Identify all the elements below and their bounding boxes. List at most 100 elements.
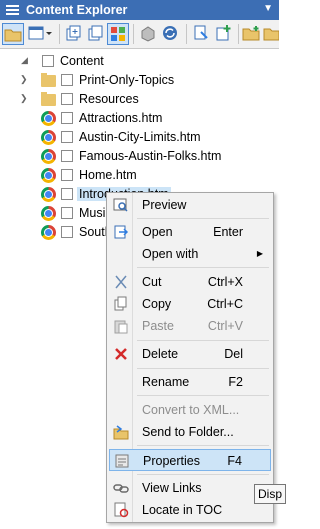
add-icon[interactable]: [213, 23, 235, 45]
panel-title: Content Explorer: [26, 3, 128, 17]
hamburger-icon[interactable]: [6, 5, 19, 16]
chrome-browser-icon: [41, 149, 56, 164]
menu-item-properties[interactable]: Properties F4: [109, 449, 271, 471]
checkbox[interactable]: [61, 74, 73, 86]
expand-arrow-icon[interactable]: ❯: [20, 93, 28, 104]
checkbox[interactable]: [61, 112, 73, 124]
menu-item-label: Open with: [142, 247, 199, 261]
menu-item-cut[interactable]: Cut Ctrl+X: [109, 271, 271, 293]
menu-item-delete[interactable]: Delete Del: [109, 343, 271, 365]
copy-icon[interactable]: [85, 23, 107, 45]
menu-item-view-links[interactable]: View Links: [109, 477, 271, 499]
folder-icon: [41, 73, 56, 87]
folder-add-icon[interactable]: [263, 23, 280, 45]
menu-item-label: Open: [142, 225, 173, 239]
menu-separator: [137, 474, 269, 475]
tree-item[interactable]: Famous-Austin-Folks.htm: [0, 147, 279, 166]
tree-item-label: Attractions.htm: [79, 111, 163, 125]
checkbox[interactable]: [61, 150, 73, 162]
menu-item-label: Paste: [142, 319, 174, 333]
menu-item-rename[interactable]: Rename F2: [109, 371, 271, 393]
properties-icon: [114, 453, 130, 469]
box-icon[interactable]: [138, 23, 160, 45]
menu-item-open-with[interactable]: Open with ▶: [109, 243, 271, 265]
menu-item-label: Locate in TOC: [142, 503, 223, 517]
checkbox[interactable]: [61, 207, 73, 219]
tree-item-label: Resources: [79, 92, 139, 106]
folder-icon[interactable]: [241, 23, 263, 45]
menu-item-shortcut: Enter: [213, 225, 243, 239]
checkbox[interactable]: [61, 131, 73, 143]
checkbox[interactable]: [61, 188, 73, 200]
locate-in-toc-icon: [113, 502, 129, 518]
menu-separator: [137, 218, 269, 219]
menu-item-label: View Links: [142, 481, 202, 495]
checkbox[interactable]: [61, 93, 73, 105]
collapse-arrow-icon[interactable]: ◢: [21, 55, 28, 66]
color-grid-icon[interactable]: [107, 23, 129, 45]
menu-item-shortcut: Ctrl+C: [207, 297, 243, 311]
submenu-arrow-icon: ▶: [256, 249, 263, 258]
tree-item-label: Home.htm: [79, 168, 137, 182]
menu-item-send-to-folder[interactable]: Send to Folder...: [109, 421, 271, 443]
tree-item[interactable]: ❯ Print-Only-Topics: [0, 71, 279, 90]
menu-item-shortcut: Del: [224, 347, 243, 361]
checkbox[interactable]: [61, 169, 73, 181]
tree-root[interactable]: ◢ Content: [0, 52, 279, 71]
tooltip: Disp: [254, 484, 286, 504]
tree-item-label: Austin-City-Limits.htm: [79, 130, 201, 144]
tree-item-label: Musi: [79, 206, 106, 220]
menu-item-label: Preview: [142, 198, 187, 212]
menu-item-label: Copy: [142, 297, 172, 311]
menu-separator: [137, 340, 269, 341]
open-folder-icon[interactable]: [2, 23, 24, 45]
paste-icon: [113, 318, 129, 334]
menu-item-open[interactable]: Open Enter: [109, 221, 271, 243]
chrome-browser-icon: [41, 130, 56, 145]
toolbar-divider: [59, 24, 60, 44]
preview-icon: [113, 197, 129, 213]
tree-root-label: Content: [60, 54, 104, 68]
menu-item-preview[interactable]: Preview: [109, 194, 271, 216]
copy-icon: [113, 296, 129, 312]
menu-separator: [137, 445, 269, 446]
scissors-icon: [113, 274, 129, 290]
tooltip-text: Disp: [258, 487, 283, 501]
send-to-folder-icon: [113, 424, 129, 440]
tree-item[interactable]: Attractions.htm: [0, 109, 279, 128]
tree-item[interactable]: ❯ Resources: [0, 90, 279, 109]
menu-separator: [137, 395, 269, 396]
expand-arrow-icon[interactable]: ❯: [20, 74, 28, 85]
chrome-browser-icon: [41, 206, 56, 221]
toolbar-divider: [186, 24, 187, 44]
tree-item[interactable]: Austin-City-Limits.htm: [0, 128, 279, 147]
delete-x-icon: [113, 346, 129, 362]
menu-item-label: Rename: [142, 375, 190, 389]
find-icon[interactable]: [191, 23, 213, 45]
chrome-browser-icon: [41, 168, 56, 183]
tree-item[interactable]: Home.htm: [0, 166, 279, 185]
checkbox[interactable]: [61, 226, 73, 238]
view-dropdown-icon[interactable]: [44, 23, 56, 45]
menu-item-paste: Paste Ctrl+V: [109, 315, 271, 337]
open-icon: [113, 224, 129, 240]
menu-item-locate-in-toc[interactable]: Locate in TOC: [109, 499, 271, 521]
menu-separator: [137, 267, 269, 268]
context-menu: Preview Open Enter Open with ▶ Cut Ctrl+…: [106, 192, 274, 523]
panel-menu-arrow-icon[interactable]: ▼: [263, 3, 273, 14]
menu-item-convert-to-xml: Convert to XML...: [109, 399, 271, 421]
toolbar-divider: [133, 24, 134, 44]
menu-item-label: Properties: [143, 454, 200, 468]
checkbox[interactable]: [42, 55, 54, 67]
menu-item-shortcut: F4: [227, 454, 242, 468]
refresh-icon[interactable]: [160, 23, 182, 45]
folder-icon: [41, 92, 56, 106]
panel-title-bar: Content Explorer ▼: [0, 0, 279, 20]
new-topic-icon[interactable]: [63, 23, 85, 45]
chrome-browser-icon: [41, 111, 56, 126]
menu-item-label: Cut: [142, 275, 162, 289]
menu-item-copy[interactable]: Copy Ctrl+C: [109, 293, 271, 315]
menu-item-label: Delete: [142, 347, 179, 361]
menu-item-label: Convert to XML...: [142, 403, 240, 417]
tree-item-label: Famous-Austin-Folks.htm: [79, 149, 222, 163]
